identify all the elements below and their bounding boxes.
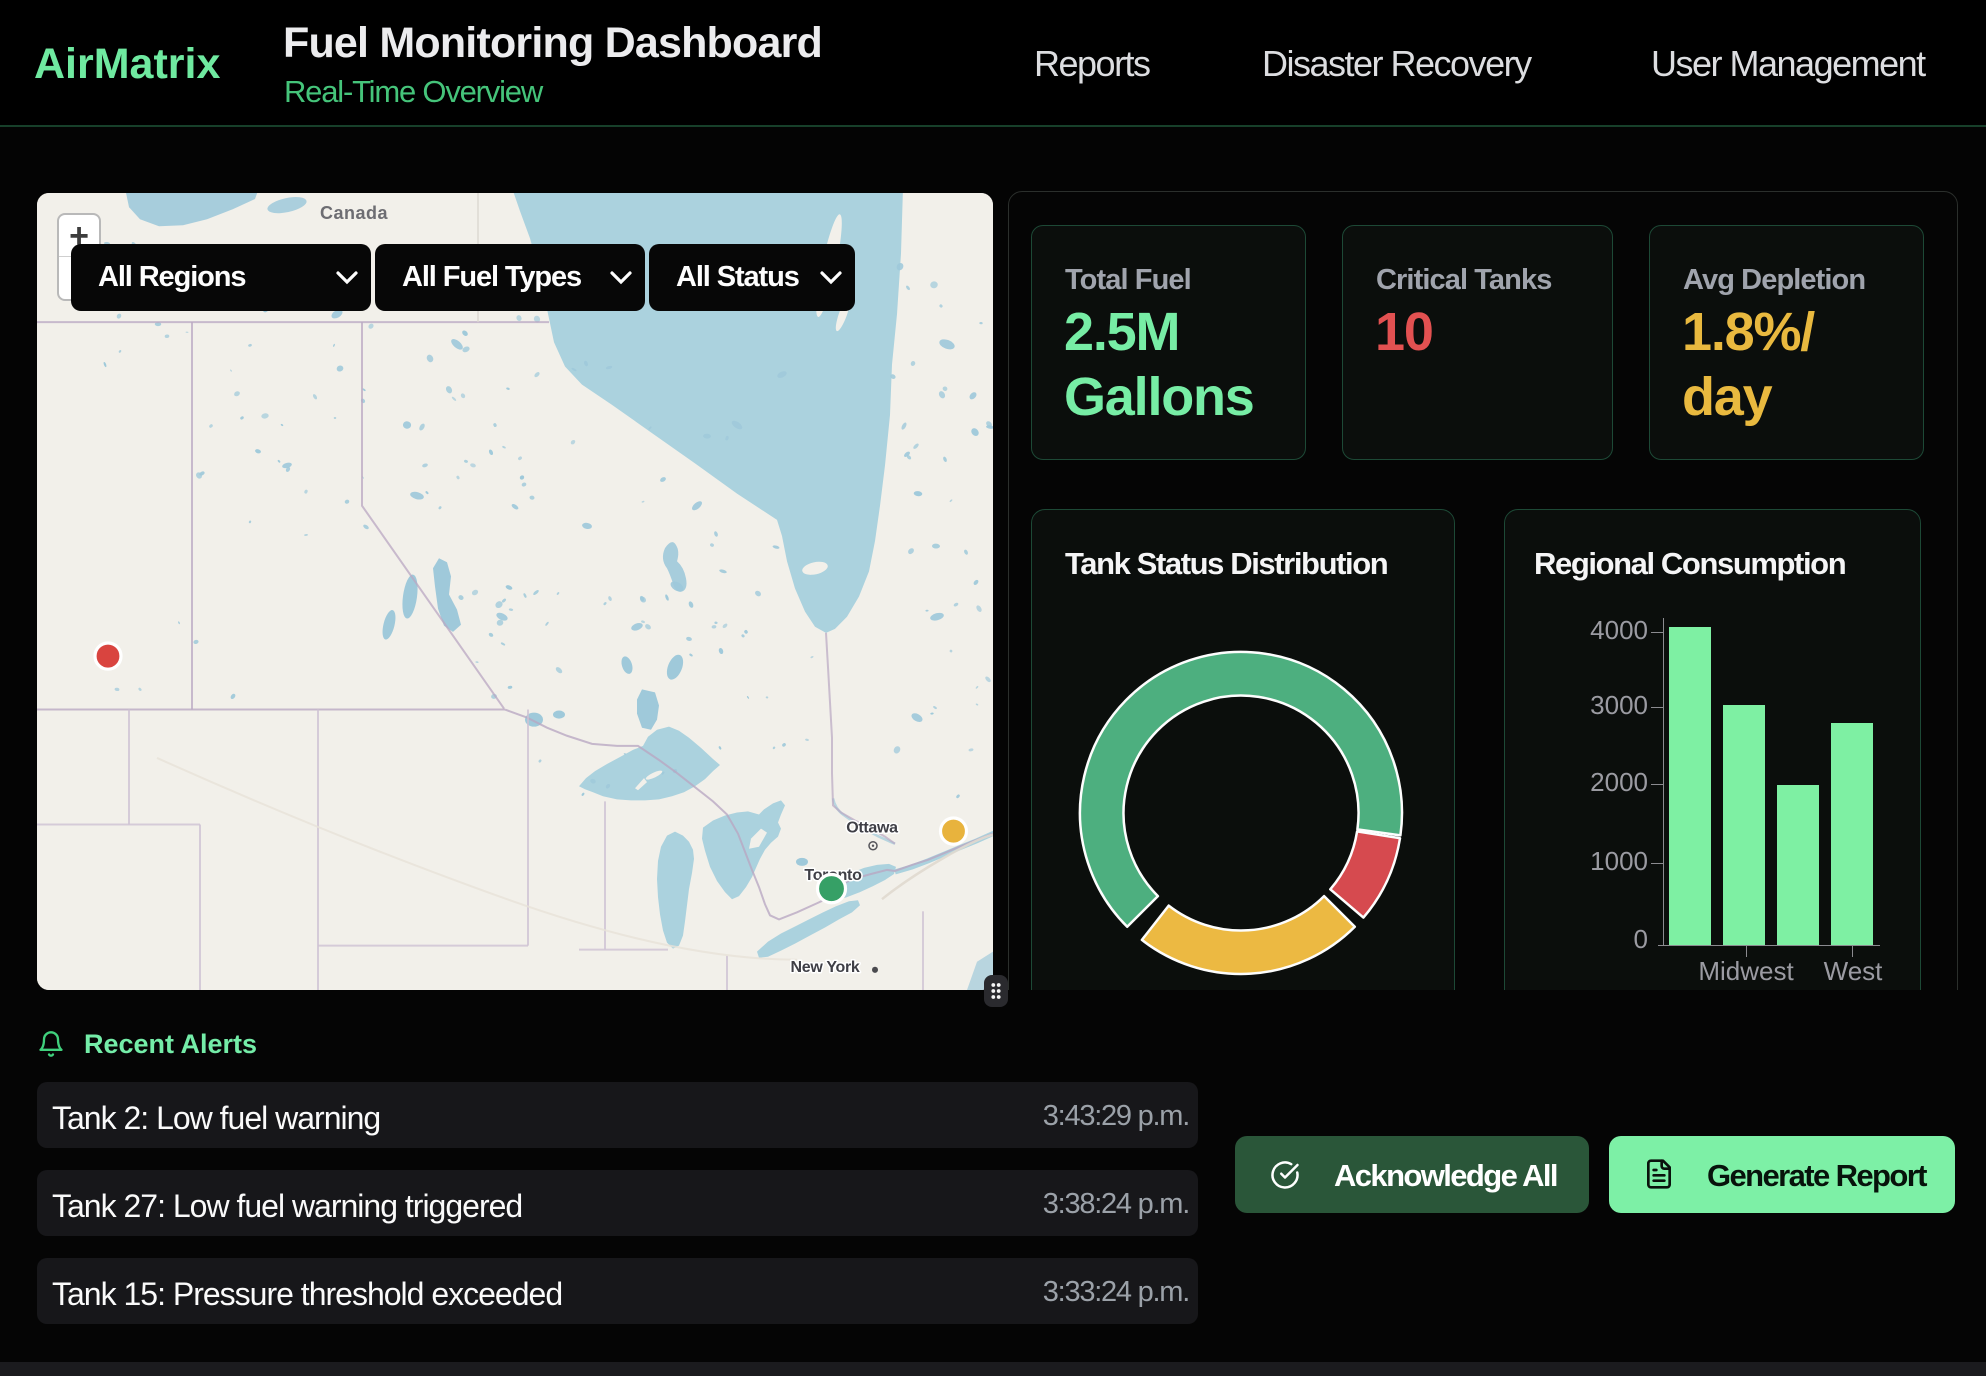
svg-text:Canada: Canada <box>320 203 388 223</box>
svg-text:Ottawa: Ottawa <box>846 819 899 837</box>
svg-text:New York: New York <box>790 958 859 976</box>
